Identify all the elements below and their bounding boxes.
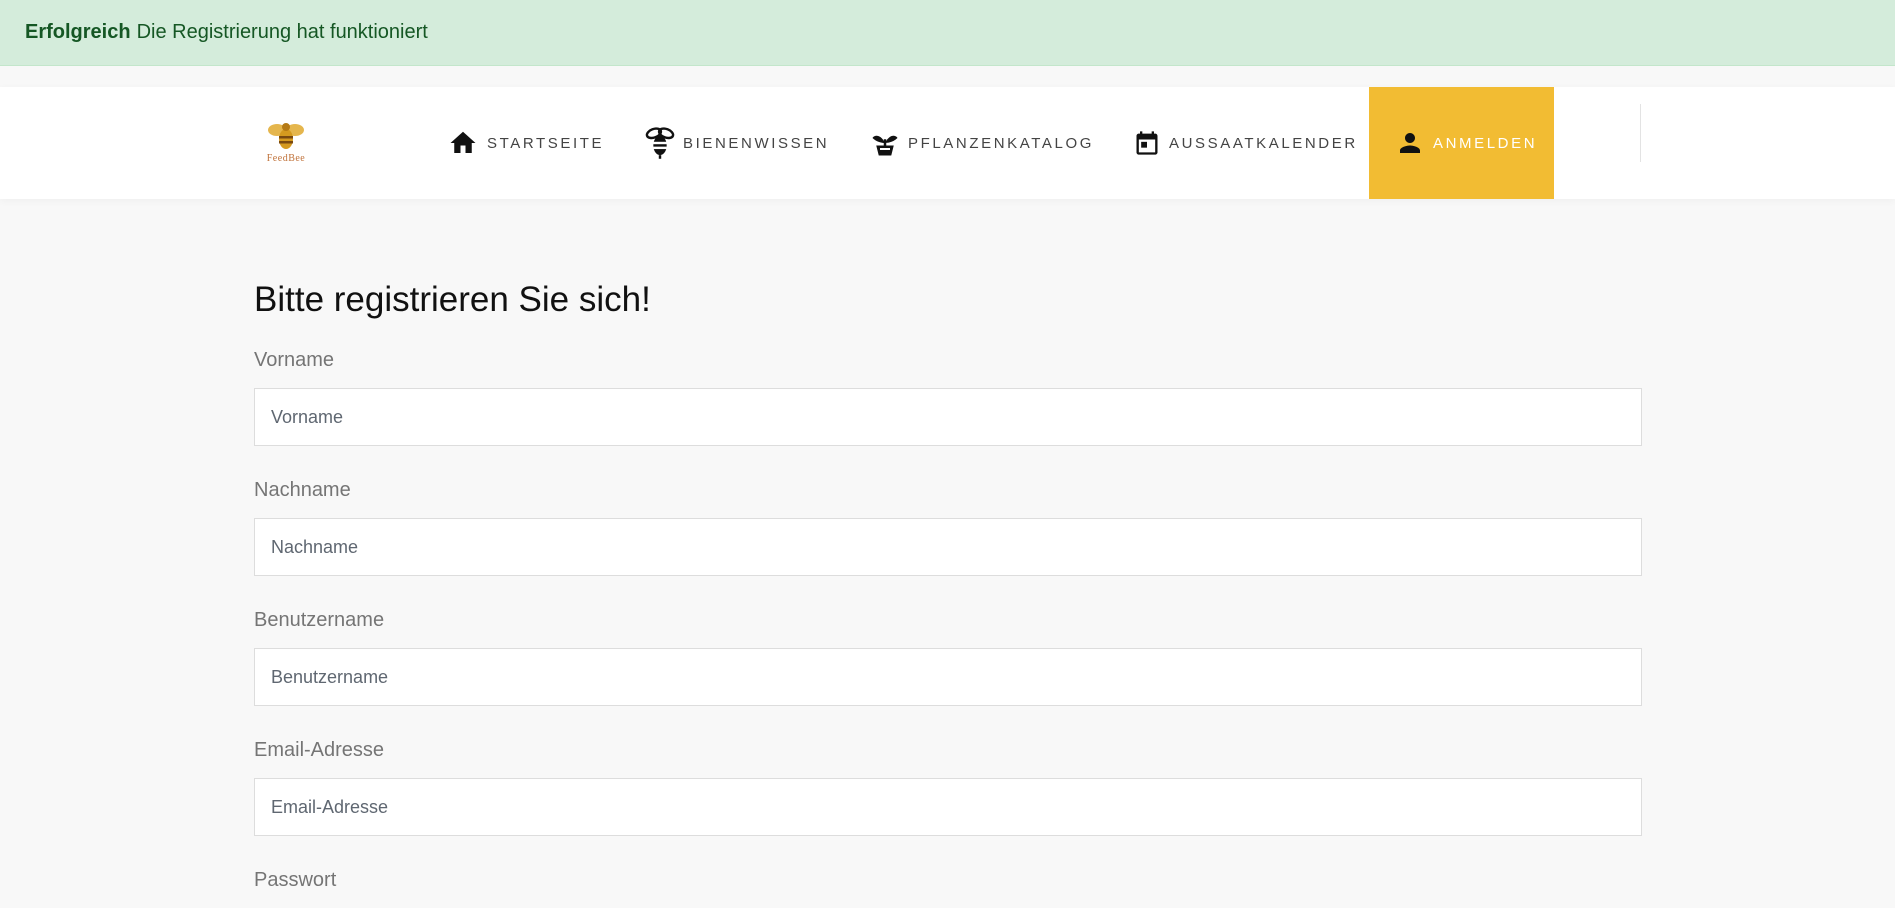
registration-form: Bitte registrieren Sie sich! Vorname Nac…	[254, 280, 1642, 908]
nav-aussaatkalender[interactable]: AUSSAATKALENDER	[1133, 87, 1358, 199]
alert-title: Erfolgreich	[25, 21, 131, 43]
nav-bienenwissen[interactable]: BIENENWISSEN	[645, 87, 829, 199]
vorname-input[interactable]	[254, 388, 1642, 446]
success-alert: Erfolgreich Die Registrierung hat funkti…	[0, 0, 1895, 66]
bee-icon	[645, 126, 675, 160]
alert-message: Die Registrierung hat funktioniert	[136, 21, 428, 43]
logo[interactable]: FeedBee	[258, 120, 314, 168]
home-icon	[447, 128, 479, 158]
bee-logo-icon	[268, 123, 304, 149]
calendar-icon	[1133, 128, 1161, 158]
benutzername-input[interactable]	[254, 648, 1642, 706]
nav-bienenwissen-label: BIENENWISSEN	[683, 134, 830, 152]
logo-text: FeedBee	[266, 153, 306, 164]
benutzername-label: Benutzername	[254, 609, 385, 631]
email-label: Email-Adresse	[254, 739, 385, 761]
plant-icon	[870, 128, 900, 158]
passwort-label: Passwort	[254, 869, 337, 891]
nav-startseite[interactable]: STARTSEITE	[447, 87, 604, 199]
navbar: FeedBee STARTSEITE BIENENWISSEN PFLANZEN…	[0, 87, 1895, 199]
nav-divider	[1640, 104, 1641, 162]
page-title: Bitte registrieren Sie sich!	[254, 280, 651, 319]
nav-pflanzenkatalog[interactable]: PFLANZENKATALOG	[870, 87, 1094, 199]
nachname-input[interactable]	[254, 518, 1642, 576]
nav-aussaatkalender-label: AUSSAATKALENDER	[1169, 134, 1358, 152]
email-input[interactable]	[254, 778, 1642, 836]
nav-startseite-label: STARTSEITE	[487, 134, 605, 152]
nav-anmelden-label: ANMELDEN	[1433, 134, 1538, 152]
person-icon	[1395, 128, 1425, 158]
nav-anmelden[interactable]: ANMELDEN	[1369, 87, 1554, 199]
nachname-label: Nachname	[254, 479, 351, 501]
vorname-label: Vorname	[254, 349, 335, 371]
nav-pflanzenkatalog-label: PFLANZENKATALOG	[908, 134, 1094, 152]
